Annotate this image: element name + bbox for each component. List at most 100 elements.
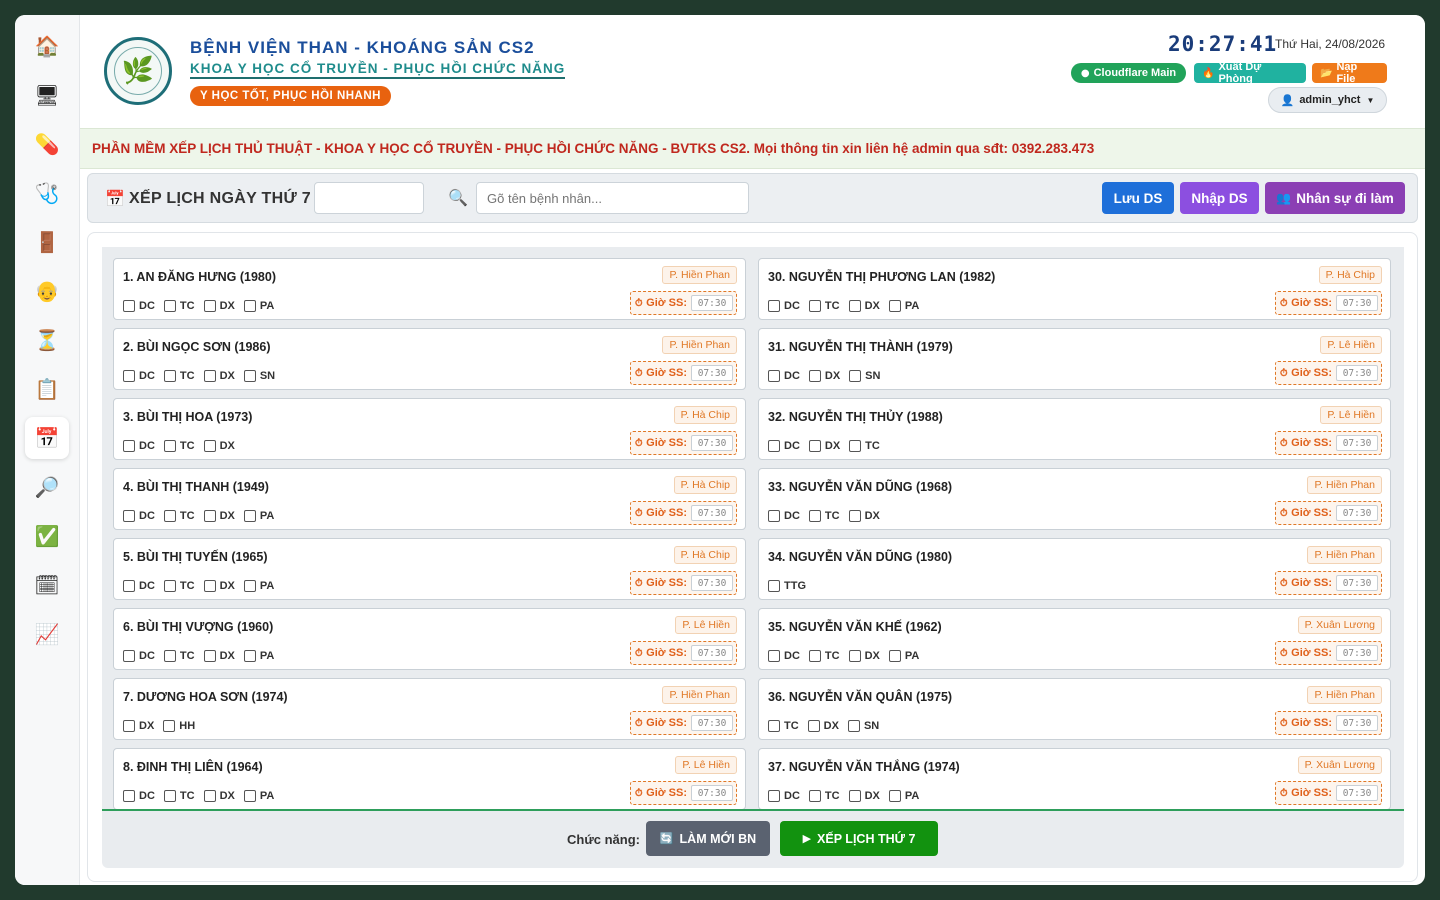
- export-backup-button[interactable]: 🔥 Xuất Dự Phòng: [1194, 61, 1306, 85]
- sidebar-clipboard-button[interactable]: 📋: [25, 368, 69, 410]
- session-time-input[interactable]: 07:30: [691, 645, 733, 661]
- procedure-checkbox[interactable]: DX: [807, 720, 839, 732]
- staff-tag[interactable]: P. Hiền Phan: [1307, 686, 1382, 704]
- date-input[interactable]: [314, 182, 424, 214]
- staff-on-duty-button[interactable]: 👥 Nhân sự đi làm: [1265, 182, 1405, 214]
- procedure-checkbox[interactable]: DC: [768, 790, 800, 802]
- checkbox-box[interactable]: [808, 510, 821, 522]
- patient-search-input[interactable]: [476, 182, 749, 214]
- procedure-checkbox[interactable]: PA: [243, 300, 274, 312]
- procedure-checkbox[interactable]: DX: [848, 790, 880, 802]
- procedure-checkbox[interactable]: DX: [203, 370, 235, 382]
- checkbox-box[interactable]: [847, 720, 860, 732]
- sidebar-door-button[interactable]: 🚪: [25, 221, 69, 263]
- procedure-checkbox[interactable]: DX: [203, 440, 235, 452]
- sidebar-calendar-grid-button[interactable]: 🗓: [25, 564, 69, 606]
- sidebar-pill-button[interactable]: 💊: [25, 123, 69, 165]
- session-time-input[interactable]: 07:30: [691, 365, 733, 381]
- procedure-checkbox[interactable]: DX: [203, 790, 235, 802]
- procedure-checkbox[interactable]: TC: [808, 650, 840, 662]
- checkbox-box[interactable]: [163, 650, 176, 662]
- procedure-checkbox[interactable]: TC: [163, 440, 195, 452]
- procedure-checkbox[interactable]: TTG: [768, 580, 806, 592]
- staff-tag[interactable]: P. Hà Chip: [673, 546, 737, 564]
- checkbox-box[interactable]: [123, 790, 135, 802]
- procedure-checkbox[interactable]: TC: [163, 510, 195, 522]
- procedure-checkbox[interactable]: SN: [849, 370, 880, 382]
- checkbox-box[interactable]: [768, 510, 780, 522]
- refresh-patients-button[interactable]: 🔄 LÀM MỚI BN: [646, 821, 770, 856]
- procedure-checkbox[interactable]: TC: [163, 580, 195, 592]
- procedure-checkbox[interactable]: SN: [243, 370, 275, 382]
- procedure-checkbox[interactable]: TC: [163, 300, 195, 312]
- sidebar-check-button[interactable]: ✅: [25, 515, 69, 557]
- session-time-input[interactable]: 07:30: [1336, 645, 1378, 661]
- checkbox-box[interactable]: [888, 650, 901, 662]
- procedure-checkbox[interactable]: PA: [888, 300, 919, 312]
- checkbox-box[interactable]: [123, 510, 135, 522]
- sidebar-home-button[interactable]: 🏠: [25, 25, 69, 67]
- checkbox-box[interactable]: [203, 510, 216, 522]
- procedure-checkbox[interactable]: DX: [808, 370, 840, 382]
- schedule-saturday-button[interactable]: ▶ XẾP LỊCH THỨ 7: [780, 821, 938, 856]
- procedure-checkbox[interactable]: DX: [203, 580, 235, 592]
- checkbox-box[interactable]: [243, 510, 256, 522]
- session-time-input[interactable]: 07:30: [691, 435, 733, 451]
- procedure-checkbox[interactable]: TC: [163, 370, 195, 382]
- procedure-checkbox[interactable]: DX: [123, 720, 154, 732]
- checkbox-box[interactable]: [163, 370, 176, 382]
- sidebar-calendar-button[interactable]: 📅: [25, 417, 69, 459]
- checkbox-box[interactable]: [888, 300, 901, 312]
- checkbox-box[interactable]: [243, 650, 256, 662]
- procedure-checkbox[interactable]: DX: [848, 510, 880, 522]
- procedure-checkbox[interactable]: DC: [768, 370, 800, 382]
- checkbox-box[interactable]: [849, 440, 862, 452]
- session-time-input[interactable]: 07:30: [1336, 435, 1378, 451]
- staff-tag[interactable]: P. Lê Hiền: [1320, 406, 1382, 424]
- checkbox-box[interactable]: [203, 580, 216, 592]
- session-time-input[interactable]: 07:30: [691, 295, 733, 311]
- checkbox-box[interactable]: [243, 790, 256, 802]
- checkbox-box[interactable]: [243, 370, 256, 382]
- staff-tag[interactable]: P. Hiền Phan: [1307, 546, 1382, 564]
- procedure-checkbox[interactable]: PA: [243, 580, 274, 592]
- checkbox-box[interactable]: [203, 370, 216, 382]
- staff-tag[interactable]: P. Hiền Phan: [662, 266, 737, 284]
- session-time-input[interactable]: 07:30: [691, 715, 733, 731]
- staff-tag[interactable]: P. Hà Chip: [673, 406, 737, 424]
- checkbox-box[interactable]: [808, 790, 821, 802]
- session-time-input[interactable]: 07:30: [1336, 505, 1378, 521]
- checkbox-box[interactable]: [203, 440, 216, 452]
- procedure-checkbox[interactable]: HH: [163, 720, 195, 732]
- checkbox-box[interactable]: [203, 300, 216, 312]
- procedure-checkbox[interactable]: DC: [768, 300, 800, 312]
- staff-tag[interactable]: P. Hiền Phan: [1307, 476, 1382, 494]
- checkbox-box[interactable]: [768, 440, 780, 452]
- procedure-checkbox[interactable]: DC: [768, 650, 800, 662]
- procedure-checkbox[interactable]: DX: [203, 300, 235, 312]
- session-time-input[interactable]: 07:30: [1336, 785, 1378, 801]
- checkbox-box[interactable]: [768, 580, 780, 592]
- procedure-checkbox[interactable]: DC: [768, 510, 800, 522]
- checkbox-box[interactable]: [768, 720, 780, 732]
- sidebar-monitor-button[interactable]: 🖥: [25, 74, 69, 116]
- procedure-checkbox[interactable]: SN: [847, 720, 879, 732]
- checkbox-box[interactable]: [123, 650, 135, 662]
- procedure-checkbox[interactable]: TC: [163, 650, 195, 662]
- session-time-input[interactable]: 07:30: [691, 785, 733, 801]
- checkbox-box[interactable]: [848, 650, 861, 662]
- staff-tag[interactable]: P. Hà Chip: [673, 476, 737, 494]
- sidebar-search-button[interactable]: 🔎: [25, 466, 69, 508]
- checkbox-box[interactable]: [163, 720, 176, 732]
- checkbox-box[interactable]: [848, 510, 861, 522]
- checkbox-box[interactable]: [123, 580, 135, 592]
- procedure-checkbox[interactable]: TC: [808, 510, 840, 522]
- cloudflare-main-button[interactable]: ● Cloudflare Main: [1071, 63, 1186, 83]
- sidebar-hourglass-button[interactable]: ⏳: [25, 319, 69, 361]
- session-time-input[interactable]: 07:30: [1336, 575, 1378, 591]
- staff-tag[interactable]: P. Hiền Phan: [662, 336, 737, 354]
- staff-tag[interactable]: P. Hiền Phan: [662, 686, 737, 704]
- procedure-checkbox[interactable]: DC: [123, 580, 155, 592]
- procedure-checkbox[interactable]: DX: [848, 650, 880, 662]
- checkbox-box[interactable]: [848, 790, 861, 802]
